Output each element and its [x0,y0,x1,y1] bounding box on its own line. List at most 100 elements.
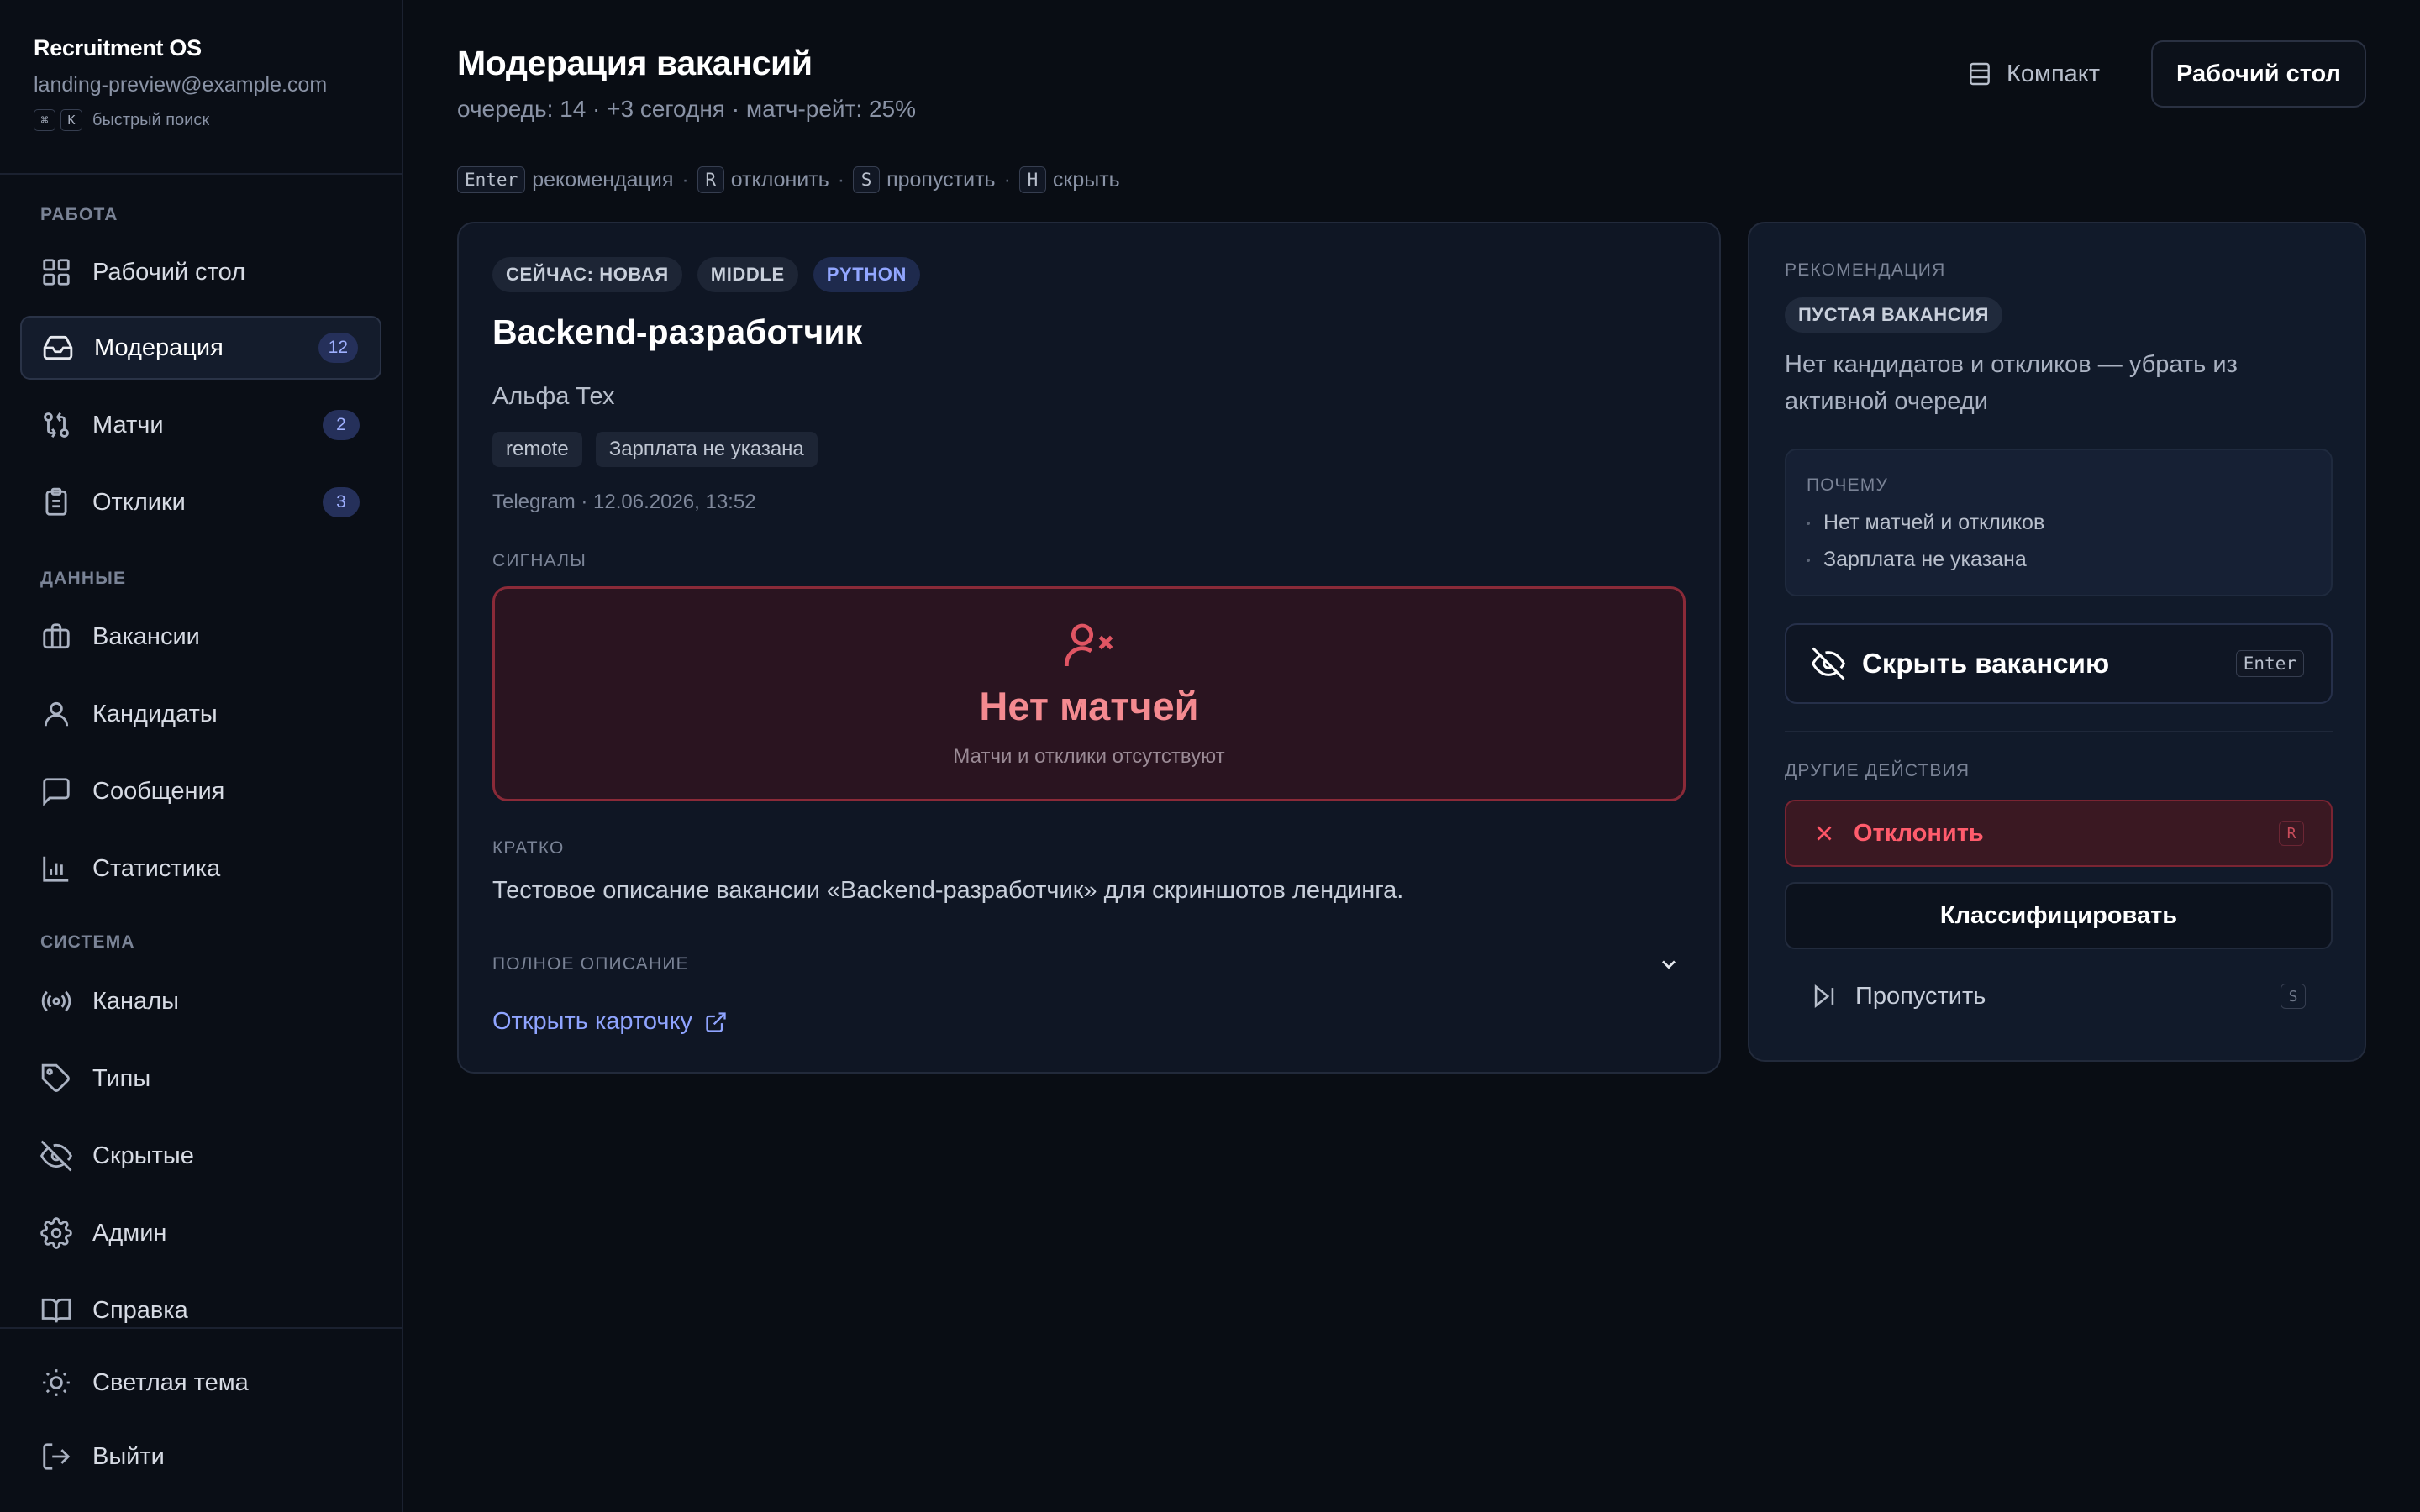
separator: · [1003,167,1011,192]
sidebar-item-candidates[interactable]: Кандидаты [20,682,381,746]
brand: Recruitment OS landing-preview@example.c… [34,35,327,131]
sidebar-divider [0,173,403,175]
user-email: landing-preview@example.com [34,73,328,97]
sidebar-item-desktop[interactable]: Рабочий стол [20,240,381,304]
signal-subtitle: Матчи и отклики отсутствуют [953,745,1225,768]
r-key-hint: R [2279,821,2304,846]
user-x-icon [1064,623,1113,666]
close-icon [1817,826,1832,841]
why-item-text: Зарплата не указана [1823,548,2027,571]
sidebar-item-label: Справка [92,1296,188,1324]
compact-toggle-button[interactable]: Компакт [1966,42,2100,106]
queue-stats: очередь: 14 · +3 сегодня · матч-рейт: 25… [457,96,916,122]
open-card-link[interactable]: Открыть карточку [492,1008,728,1036]
quick-search-label: быстрый поиск [92,110,210,129]
shortcut-label: отклонить [730,167,829,192]
chevron-down-icon [1662,960,1676,969]
shortcut-label: скрыть [1052,167,1120,192]
reject-label: Отклонить [1854,819,1984,847]
full-description-label: ПОЛНОЕ ОПИСАНИЕ [492,954,689,974]
theme-toggle[interactable]: Светлая тема [20,1351,381,1415]
briefcase-icon [43,623,70,649]
vacancy-tags: remote Зарплата не указана [492,432,818,467]
vacancy-source: Telegram · 12.06.2026, 13:52 [492,491,756,513]
why-item: Нет матчей и откликов [1807,511,2044,535]
responses-count-badge: 3 [323,487,360,517]
sidebar-item-types[interactable]: Типы [20,1047,381,1110]
sidebar-item-label: Кандидаты [92,700,218,727]
sidebar-item-label: Рабочий стол [92,258,246,286]
grid-icon [43,259,70,286]
sidebar-item-matches[interactable]: Матчи 2 [20,393,381,457]
cmd-key: ⌘ [34,109,55,131]
tag-icon [41,1063,70,1092]
external-link-icon [706,1011,726,1032]
sidebar-item-messages[interactable]: Сообщения [20,759,381,823]
moderation-count-badge: 12 [318,333,358,363]
level-badge: MIDDLE [697,257,798,292]
sidebar-item-responses[interactable]: Отклики 3 [20,470,381,534]
section-data: ДАННЫЕ [40,569,127,588]
sidebar-item-admin[interactable]: Админ [20,1201,381,1265]
compact-label: Компакт [2007,60,2101,87]
sidebar-item-moderation[interactable]: Модерация 12 [20,316,381,380]
book-icon [41,1298,71,1323]
separator: · [837,167,845,192]
sidebar-item-label: Сообщения [92,777,225,805]
vacancy-card: СЕЙЧАС: НОВАЯ MIDDLE PYTHON Backend-разр… [457,222,1721,1074]
status-chips: СЕЙЧАС: НОВАЯ MIDDLE PYTHON [492,257,921,292]
skip-button[interactable]: Пропустить S [1785,963,2333,1030]
hide-vacancy-button[interactable]: Скрыть вакансию Enter [1785,623,2333,704]
signal-title: Нет матчей [979,684,1199,728]
eye-off-icon [1812,647,1845,680]
panel-divider [1785,731,2333,732]
status-badge: СЕЙЧАС: НОВАЯ [492,257,682,292]
app-name: Recruitment OS [34,35,202,60]
sidebar-item-label: Админ [92,1219,167,1247]
shortcut-key: S [853,166,881,193]
section-system: СИСТЕМА [40,932,135,952]
shortcut-key: R [697,166,724,193]
enter-key-hint: Enter [2235,650,2304,677]
recommendation-text: Нет кандидатов и откликов — убрать из ак… [1785,351,2238,415]
sidebar-item-vacancies[interactable]: Вакансии [20,605,381,669]
why-item-text: Нет матчей и откликов [1823,511,2045,534]
sidebar-item-statistics[interactable]: Статистика [20,837,381,900]
why-box: ПОЧЕМУ Нет матчей и откликов Зарплата не… [1785,449,2333,596]
other-actions-label: ДРУГИЕ ДЕЙСТВИЯ [1785,761,1970,780]
sidebar-item-help[interactable]: Справка [20,1278,381,1342]
section-work: РАБОТА [40,205,118,224]
why-item: Зарплата не указана [1807,548,2027,572]
logout-icon [43,1443,71,1470]
inbox-icon [43,335,73,360]
sidebar-item-label: Вакансии [92,622,200,650]
company-name: Альфа Тех [492,383,615,410]
sidebar-footer-divider [0,1327,403,1329]
skip-forward-icon [1814,984,1834,1008]
desktop-button[interactable]: Рабочий стол [2151,40,2366,108]
recommendation-panel: РЕКОМЕНДАЦИЯ ПУСТАЯ ВАКАНСИЯ Нет кандида… [1748,222,2366,1062]
keyboard-shortcuts: Enter рекомендация · R отклонить · S про… [457,166,1120,193]
logout-button[interactable]: Выйти [20,1425,381,1488]
bar-chart-icon [43,856,69,882]
git-compare-icon [44,412,69,438]
tag: Зарплата не указана [595,432,818,467]
bullet [1807,558,1810,562]
sidebar-item-channels[interactable]: Каналы [20,969,381,1033]
quick-search-hint[interactable]: ⌘ K быстрый поиск [34,109,327,131]
classify-button[interactable]: Классифицировать [1785,882,2333,949]
clipboard-icon [45,487,67,516]
hide-vacancy-label: Скрыть вакансию [1862,648,2110,679]
shortcut-key: H [1018,166,1046,193]
sidebar-item-hidden[interactable]: Скрытые [20,1124,381,1188]
full-description-toggle[interactable]: ПОЛНОЕ ОПИСАНИЕ [492,948,1686,981]
k-key: K [60,109,82,131]
skip-label: Пропустить [1855,982,1986,1010]
user-icon [44,701,69,727]
tag: remote [492,432,582,467]
sidebar-item-label: Скрытые [92,1142,194,1169]
reject-button[interactable]: Отклонить R [1785,800,2333,867]
sidebar-item-label: Типы [92,1064,151,1092]
sidebar-item-label: Модерация [94,333,224,361]
vacancy-title: Backend-разработчик [492,312,863,351]
